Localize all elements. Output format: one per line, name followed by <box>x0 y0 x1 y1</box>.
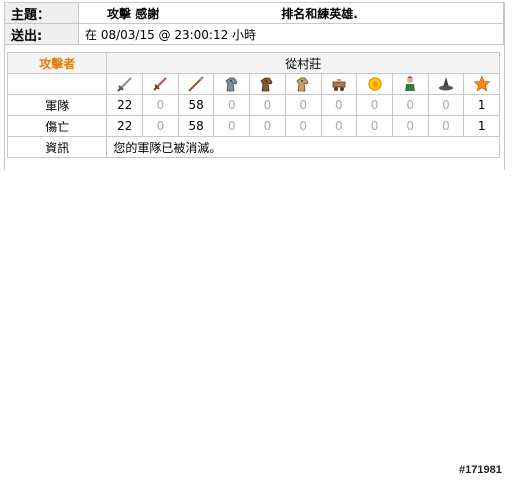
subject-text-1: 攻擊 <box>107 6 132 21</box>
troops-value: 58 <box>177 94 215 116</box>
message-header: 主題： 攻擊 感謝 排名和練英雄. 送出: 在 08/03/15 @ 23:00:… <box>4 2 504 45</box>
unit-cell-5 <box>249 73 286 95</box>
settler-hat-icon <box>438 77 453 91</box>
catapult-fire-icon <box>367 77 382 91</box>
troops-value: 22 <box>106 94 144 116</box>
sent-value: 在 08/03/15 @ 23:00:12 小時 <box>78 23 504 45</box>
info-text: 您的軍隊已被消滅。 <box>106 136 500 158</box>
troops-value: 0 <box>391 94 429 116</box>
casualties-value: 1 <box>463 115 500 137</box>
unit-cell-4 <box>213 73 251 95</box>
chief-icon <box>405 76 416 91</box>
unit-cell-9 <box>391 73 429 95</box>
casualties-value: 0 <box>284 115 322 137</box>
info-label: 資訊 <box>6 136 108 158</box>
subject-text-3: 排名和練英雄. <box>281 6 358 21</box>
casualties-value: 0 <box>427 115 465 137</box>
unit-cell-11 <box>463 73 500 95</box>
image-id-stamp: #171981 <box>459 464 502 476</box>
sword-icon <box>117 77 132 92</box>
unit-cell-1 <box>106 73 144 95</box>
unit-cell-10 <box>427 73 465 95</box>
troops-value: 0 <box>427 94 465 116</box>
horse-icon <box>260 77 273 92</box>
troops-value: 0 <box>249 94 286 116</box>
unit-cell-8 <box>356 73 393 95</box>
troops-value: 1 <box>463 94 500 116</box>
village-name[interactable]: 從村莊 <box>106 52 500 74</box>
info-row: 資訊 您的軍隊已被消滅。 <box>6 136 500 158</box>
spear-icon <box>188 76 204 92</box>
unit-cell-6 <box>284 73 322 95</box>
troops-value: 0 <box>320 94 358 116</box>
troops-value: 0 <box>284 94 322 116</box>
casualties-value: 0 <box>249 115 286 137</box>
attacker-label: 攻擊者 <box>6 52 108 74</box>
troops-value: 0 <box>213 94 251 116</box>
dagger-icon <box>153 77 168 91</box>
battle-report-table: 攻擊者 從村莊 軍隊 22 0 58 0 0 0 0 0 0 0 1 傷亡 22… <box>6 52 500 158</box>
sent-label: 送出: <box>4 23 79 45</box>
unit-cell-7 <box>320 73 358 95</box>
unit-icons-row <box>6 73 500 95</box>
subject-label: 主題： <box>4 2 79 24</box>
troops-row: 軍隊 22 0 58 0 0 0 0 0 0 0 1 <box>6 94 500 116</box>
casualties-value: 0 <box>391 115 429 137</box>
casualties-value: 58 <box>177 115 215 137</box>
troops-value: 0 <box>142 94 179 116</box>
subject-text-2: 感謝 <box>135 6 160 21</box>
casualties-value: 22 <box>106 115 144 137</box>
casualties-value: 0 <box>142 115 179 137</box>
troops-value: 0 <box>356 94 393 116</box>
casualties-row: 傷亡 22 0 58 0 0 0 0 0 0 0 1 <box>6 115 500 137</box>
casualties-value: 0 <box>320 115 358 137</box>
hero-star-icon <box>473 75 491 92</box>
ram-icon <box>332 79 346 91</box>
troops-label: 軍隊 <box>6 94 108 116</box>
casualties-value: 0 <box>213 115 251 137</box>
unit-cell-3 <box>177 73 215 95</box>
unit-icons-corner <box>6 73 108 95</box>
horse-light-icon <box>296 77 309 92</box>
knight-horse-icon <box>225 77 238 92</box>
casualties-value: 0 <box>356 115 393 137</box>
subject-value: 攻擊 感謝 排名和練英雄. <box>78 2 504 24</box>
unit-cell-2 <box>142 73 179 95</box>
casualties-label: 傷亡 <box>6 115 108 137</box>
